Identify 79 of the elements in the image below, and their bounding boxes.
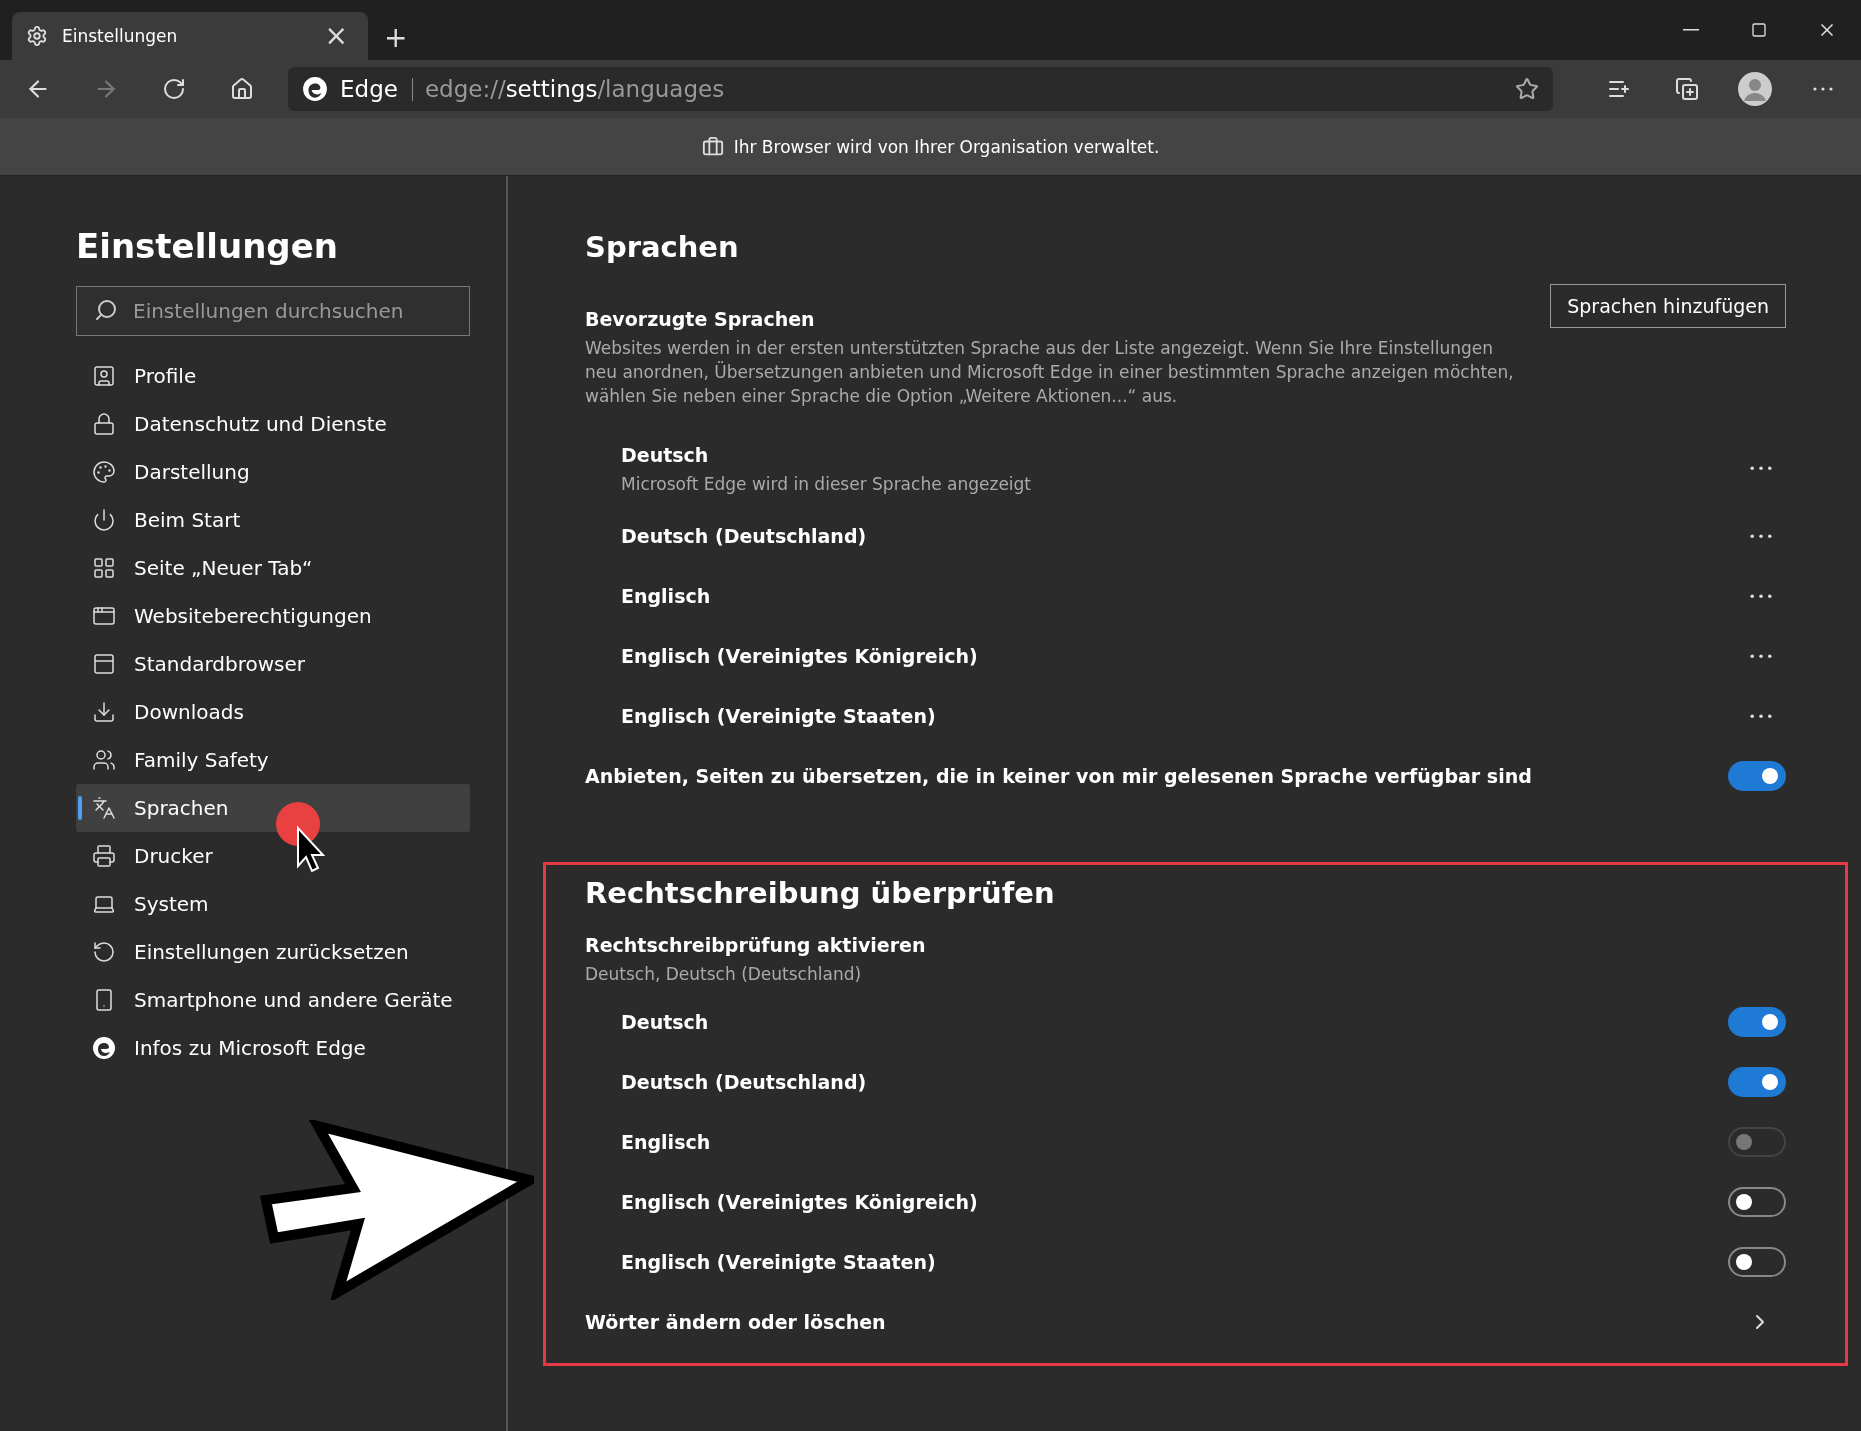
lock-icon (92, 412, 116, 436)
window-icon (92, 604, 116, 628)
avatar-icon (1738, 72, 1772, 106)
words-link[interactable]: Wörter ändern oder löschen (585, 1311, 886, 1333)
sidebar-item[interactable]: System (76, 880, 470, 928)
sidebar-item[interactable]: Darstellung (76, 448, 470, 496)
sidebar-item[interactable]: Downloads (76, 688, 470, 736)
language-name: Englisch (Vereinigte Staaten) (621, 1251, 936, 1273)
sidebar-item[interactable]: Websiteberechtigungen (76, 592, 470, 640)
sidebar-item[interactable]: Drucker (76, 832, 470, 880)
more-icon (1750, 465, 1772, 471)
sidebar-item[interactable]: Smartphone und andere Geräte (76, 976, 470, 1024)
language-name: Deutsch (Deutschland) (621, 525, 867, 547)
subsection-note: Deutsch, Deutsch (Deutschland) (585, 963, 863, 986)
toggle-switch[interactable] (1728, 1247, 1786, 1277)
more-icon (1750, 593, 1772, 599)
section-title: Sprachen (585, 230, 740, 264)
home-icon (230, 77, 254, 101)
sidebar-item[interactable]: Family Safety (76, 736, 470, 784)
address-bar[interactable]: Edge edge://settings/languages (288, 67, 1553, 111)
url-text: edge://settings/languages (424, 76, 726, 102)
section-title: Rechtschreibung überprüfen (585, 876, 1056, 910)
browser-window-icon (92, 652, 116, 676)
toggle-switch[interactable] (1728, 1187, 1786, 1217)
toggle-switch[interactable] (1728, 1007, 1786, 1037)
site-label: Edge (340, 77, 413, 101)
more-icon (1750, 713, 1772, 719)
language-name: Englisch (621, 1131, 711, 1153)
language-name: Deutsch (Deutschland) (621, 1071, 867, 1093)
language-name: Deutsch (621, 1011, 709, 1033)
edge-logo-icon (302, 76, 328, 102)
sidebar-item[interactable]: Einstellungen zurücksetzen (76, 928, 470, 976)
sidebar-item[interactable]: Standardbrowser (76, 640, 470, 688)
palette-icon (92, 460, 116, 484)
profile-icon (92, 364, 116, 388)
maximize-icon (1751, 22, 1767, 38)
favorite-star-icon[interactable] (1515, 77, 1539, 101)
refresh-icon (162, 77, 186, 101)
briefcase-icon (701, 135, 724, 158)
sidebar-item[interactable]: Sprachen (76, 784, 470, 832)
add-languages-button[interactable]: Sprachen hinzufügen (1550, 284, 1786, 328)
sidebar-title: Einstellungen (76, 226, 339, 266)
language-name: Englisch (Vereinigtes Königreich) (621, 1191, 978, 1213)
close-tab-button[interactable]: × (318, 22, 354, 50)
minimize-icon (1683, 29, 1699, 31)
more-icon (1750, 533, 1772, 539)
sidebar-item[interactable]: Profile (76, 352, 470, 400)
language-name: Englisch (Vereinigte Staaten) (621, 705, 936, 727)
search-field[interactable]: Einstellungen durchsuchen (76, 286, 470, 336)
collections-icon (1675, 77, 1699, 101)
managed-notice: Ihr Browser wird von Ihrer Organisation verwaltet. (733, 136, 1160, 157)
setting-label: Anbieten, Seiten zu übersetzen, die in keiner von mir gelesenen Sprache verfügbar sind (585, 765, 1532, 787)
language-name: Deutsch (621, 444, 710, 466)
settings-icon (26, 25, 48, 47)
language-name: Englisch (Vereinigtes Königreich) (621, 645, 978, 667)
grid-icon (92, 556, 116, 580)
toggle-switch[interactable] (1728, 1067, 1786, 1097)
browser-tab[interactable]: Einstellungen × (12, 12, 368, 60)
language-note: Microsoft Edge wird in dieser Sprache angezeigt (621, 473, 1032, 496)
subsection-title: Bevorzugte Sprachen (585, 308, 816, 330)
language-name: Englisch (621, 585, 711, 607)
description-text: Websites werden in der ersten unterstützten Sprache aus der Liste angezeigt. Wenn Sie Ihre Einstellungen neu anordnen, Übersetzungen anbieten und Microsoft Edge in einer bestimmten Sprache anzeigen möchten, wählen Sie neben einer Sprache die Option „Weitere Aktionen...“ aus. (585, 337, 1515, 408)
subsection-title: Rechtschreibprüfung aktivieren (585, 934, 927, 956)
sidebar-item[interactable]: Infos zu Microsoft Edge (76, 1024, 470, 1072)
more-icon (1813, 87, 1833, 91)
printer-icon (92, 844, 116, 868)
language-icon (92, 796, 116, 820)
edge-logo-icon (92, 1036, 116, 1060)
tab-title: Einstellungen (62, 26, 179, 46)
sidebar-item[interactable]: Seite „Neuer Tab“ (76, 544, 470, 592)
toggle-switch[interactable] (1728, 761, 1786, 791)
more-icon (1750, 653, 1772, 659)
reset-icon (92, 940, 116, 964)
power-icon (92, 508, 116, 532)
download-icon (92, 700, 116, 724)
sidebar-item[interactable]: Beim Start (76, 496, 470, 544)
new-tab-button[interactable]: + (378, 24, 414, 52)
sidebar-item[interactable]: Datenschutz und Dienste (76, 400, 470, 448)
people-icon (92, 748, 116, 772)
